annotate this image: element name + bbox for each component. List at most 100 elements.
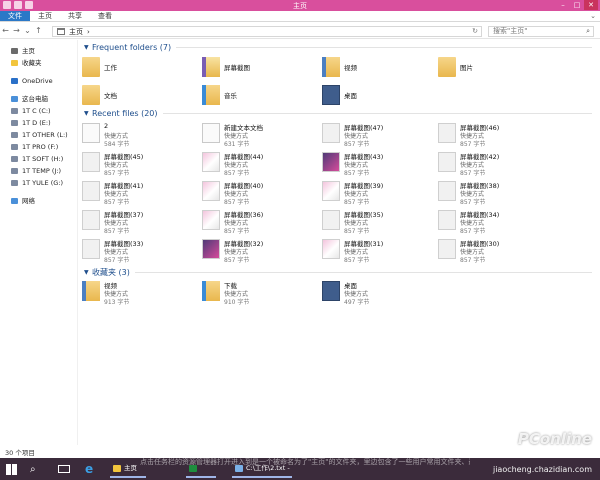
forward-button[interactable]: → (11, 26, 22, 35)
file-tile[interactable]: 下载 快捷方式 910 字节 (200, 279, 318, 307)
drive-icon (11, 108, 18, 114)
file-tile[interactable]: 屏幕截图(32) 快捷方式 857 字节 (200, 237, 318, 265)
sidebar-item[interactable]: 收藏夹 (0, 57, 77, 69)
sidebar-item[interactable]: 1T YULE (G:) (0, 177, 77, 189)
close-button[interactable]: ✕ (584, 0, 598, 10)
address-field[interactable]: 主页 › ↻ (52, 26, 482, 37)
section-frequent-folders[interactable]: ▼ Frequent folders (7) (84, 43, 592, 52)
file-size: 857 字节 (104, 170, 130, 177)
file-tile[interactable]: 屏幕截图 (200, 55, 318, 83)
content-pane: ▼ Frequent folders (7) ▼ Recent files (2… (80, 40, 595, 445)
file-tile[interactable]: 屏幕截图(42) 快捷方式 857 字节 (436, 150, 554, 178)
up-button[interactable]: ↑ (33, 26, 44, 35)
file-tile[interactable]: 屏幕截图(30) 快捷方式 857 字节 (436, 237, 554, 265)
file-size: 857 字节 (104, 257, 130, 264)
breadcrumb-chevron-icon[interactable]: › (87, 28, 90, 36)
search-icon[interactable]: ⌕ (586, 27, 590, 36)
file-shot-icon (322, 152, 340, 172)
file-tile[interactable]: 音乐 (200, 83, 318, 111)
file-tile[interactable]: 屏幕截图(37) 快捷方式 857 字节 (80, 208, 198, 236)
file-shot-icon (82, 210, 100, 230)
file-tile[interactable]: 屏幕截图(38) 快捷方式 857 字节 (436, 179, 554, 207)
file-shot-icon (82, 152, 100, 172)
file-shot-icon (202, 239, 220, 259)
file-name: 桌面 (344, 92, 357, 100)
file-tile[interactable]: 屏幕截图(35) 快捷方式 857 字节 (320, 208, 438, 236)
file-size: 857 字节 (104, 228, 130, 235)
sidebar-item-label: 1T PRO (F:) (22, 143, 59, 151)
file-tile[interactable]: 文档 (80, 83, 198, 111)
file-shot-icon (202, 210, 220, 230)
sidebar-item[interactable]: OneDrive (0, 75, 77, 87)
ribbon-expand-icon[interactable]: ⌄ (590, 12, 596, 20)
back-button[interactable]: ← (0, 26, 11, 35)
file-tile[interactable]: 屏幕截图(34) 快捷方式 857 字节 (436, 208, 554, 236)
sidebar-item-label: 1T TEMP (J:) (22, 167, 62, 175)
minimize-button[interactable]: – (556, 0, 570, 10)
drive-icon (11, 180, 18, 186)
file-size: 857 字节 (104, 199, 130, 206)
sidebar-item[interactable]: 1T C (C:) (0, 105, 77, 117)
file-tile[interactable]: 屏幕截图(39) 快捷方式 857 字节 (320, 179, 438, 207)
tab-share[interactable]: 共享 (60, 11, 90, 21)
sidebar-item-label: 网络 (22, 197, 35, 205)
file-doc-icon (82, 123, 100, 143)
sidebar-item-label: 1T C (C:) (22, 107, 51, 115)
file-tile[interactable]: 屏幕截图(40) 快捷方式 857 字节 (200, 179, 318, 207)
file-size: 497 字节 (344, 299, 370, 306)
down-folder-icon (202, 281, 220, 301)
file-tile[interactable]: 屏幕截图(45) 快捷方式 857 字节 (80, 150, 198, 178)
file-tile[interactable]: 屏幕截图(46) 快捷方式 857 字节 (436, 121, 554, 149)
tab-home[interactable]: 主页 (30, 11, 60, 21)
start-button[interactable] (6, 460, 24, 478)
file-tile[interactable]: 屏幕截图(33) 快捷方式 857 字节 (80, 237, 198, 265)
cloud-icon (11, 78, 18, 84)
pc-icon (11, 96, 18, 102)
file-tile[interactable]: 屏幕截图(44) 快捷方式 857 字节 (200, 150, 318, 178)
file-tile[interactable]: 工作 (80, 55, 198, 83)
sidebar-item[interactable]: 1T PRO (F:) (0, 141, 77, 153)
collapse-chevron-icon[interactable]: ▼ (84, 44, 92, 51)
file-size: 857 字节 (344, 170, 370, 177)
sidebar-item[interactable]: 这台电脑 (0, 93, 77, 105)
file-doc-icon (202, 123, 220, 143)
file-shot-icon (202, 152, 220, 172)
sidebar-item[interactable]: 网络 (0, 195, 77, 207)
file-tile[interactable]: 新建文本文档 快捷方式 631 字节 (200, 121, 318, 149)
sidebar-item[interactable]: 1T TEMP (J:) (0, 165, 77, 177)
collapse-chevron-icon[interactable]: ▼ (84, 269, 92, 276)
sidebar-item[interactable]: 1T SOFT (H:) (0, 153, 77, 165)
ie-icon[interactable]: e (85, 460, 103, 478)
windows-logo-icon (6, 463, 17, 475)
file-tile[interactable]: 视频 (320, 55, 438, 83)
maximize-button[interactable]: □ (570, 0, 584, 10)
collapse-chevron-icon[interactable]: ▼ (84, 110, 92, 117)
file-tile[interactable]: 桌面 (320, 83, 438, 111)
item-count: 30 个项目 (5, 449, 35, 457)
search-input[interactable]: 搜索"主页" ⌕ (488, 26, 594, 37)
file-size: 913 字节 (104, 299, 130, 306)
recent-locations-icon[interactable]: ⌄ (22, 26, 33, 35)
folder-open-icon (202, 57, 220, 77)
drive-icon (11, 156, 18, 162)
file-tile[interactable]: 屏幕截图(41) 快捷方式 857 字节 (80, 179, 198, 207)
file-tile[interactable]: 屏幕截图(36) 快捷方式 857 字节 (200, 208, 318, 236)
search-icon[interactable]: ⌕ (30, 460, 48, 478)
sidebar-item[interactable]: 1T OTHER (L:) (0, 129, 77, 141)
file-tile[interactable]: 屏幕截图(47) 快捷方式 857 字节 (320, 121, 438, 149)
sidebar-item[interactable]: 主页 (0, 45, 77, 57)
file-shot-icon (322, 85, 340, 105)
file-tile[interactable]: 2 快捷方式 584 字节 (80, 121, 198, 149)
task-view-icon[interactable] (58, 460, 76, 478)
tab-view[interactable]: 查看 (90, 11, 120, 21)
file-tile[interactable]: 屏幕截图(31) 快捷方式 857 字节 (320, 237, 438, 265)
file-tile[interactable]: 桌面 快捷方式 497 字节 (320, 279, 438, 307)
file-tile[interactable]: 屏幕截图(43) 快捷方式 857 字节 (320, 150, 438, 178)
file-tile[interactable]: 视频 快捷方式 913 字节 (80, 279, 198, 307)
file-tile[interactable]: 图片 (436, 55, 554, 83)
tab-file[interactable]: 文件 (0, 11, 30, 21)
sidebar-item[interactable]: 1T D (E:) (0, 117, 77, 129)
refresh-icon[interactable]: ↻ (472, 27, 478, 35)
section-favorites[interactable]: ▼ 收藏夹 (3) (84, 267, 592, 278)
drive-icon (11, 120, 18, 126)
